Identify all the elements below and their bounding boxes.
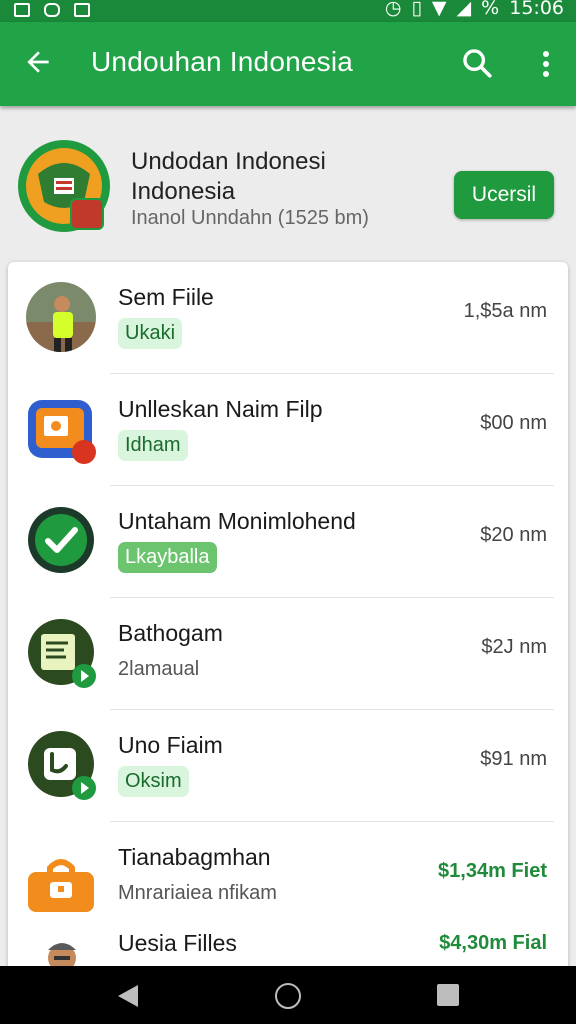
item-name: Bathogam xyxy=(118,620,223,646)
list-item[interactable]: Sem Fiile Ukaki 1,$5a nm xyxy=(8,262,568,374)
status-bar: ◷ ▯ ▼ ◢ % 15:06 xyxy=(0,0,576,22)
item-size: $4,30m Fial xyxy=(439,932,547,954)
logo-badge xyxy=(70,198,104,230)
notification-icon xyxy=(14,3,30,17)
nav-back-icon[interactable] xyxy=(118,985,138,1007)
wifi-icon: ▼ xyxy=(431,0,447,19)
search-icon[interactable] xyxy=(460,46,494,80)
phone-app-icon xyxy=(28,731,96,800)
list-item[interactable]: Bathogam 2lamaual $2J nm xyxy=(8,598,568,710)
status-right-icons: ◷ ▯ ▼ ◢ % 15:06 xyxy=(385,0,564,19)
item-tag: Ukaki xyxy=(118,318,183,349)
item-name: Tianabagmhan xyxy=(118,844,271,870)
item-tag: 2lamaual xyxy=(118,658,200,680)
item-tag: Mnrariaiea nfikam xyxy=(118,882,277,904)
header-title: Undodan Indonesi Indonesia xyxy=(131,148,326,205)
more-vert-icon[interactable] xyxy=(534,48,558,80)
item-size: $91 nm xyxy=(480,748,547,770)
app-icon xyxy=(26,730,96,802)
lock-icon xyxy=(28,859,94,912)
document-edit-icon xyxy=(28,619,96,688)
item-size: $00 nm xyxy=(480,412,547,434)
header-subtitle: Inanol Unndahn (1525 bm) xyxy=(131,207,369,229)
nav-recents-icon[interactable] xyxy=(437,984,459,1006)
item-tag: Lkayballa xyxy=(118,542,217,573)
clock: 15:06 xyxy=(509,0,564,19)
header-action-button[interactable]: Ucersil xyxy=(454,171,554,219)
item-tag: Oksim xyxy=(118,766,189,797)
battery-icon: % xyxy=(481,0,500,19)
item-size: $1,34m Fiet xyxy=(438,860,547,882)
item-name: Uno Fiaim xyxy=(118,732,223,758)
item-size: 1,$5a nm xyxy=(463,300,547,322)
file-list: Sem Fiile Ukaki 1,$5a nm Unlleskan Naim … xyxy=(8,262,568,972)
person-photo-icon xyxy=(26,296,96,352)
check-icon xyxy=(28,507,94,573)
calendar-app-icon xyxy=(28,400,96,464)
app-icon xyxy=(26,394,96,466)
app-title: Undouhan Indonesia xyxy=(91,46,354,77)
nav-home-icon[interactable] xyxy=(275,983,301,1009)
item-name: Uesia Filles xyxy=(118,930,237,956)
item-name: Untaham Monimlohend xyxy=(118,508,356,534)
list-item[interactable]: Untaham Monimlohend Lkayballa $20 nm xyxy=(8,486,568,598)
list-item[interactable]: Uno Fiaim Oksim $91 nm xyxy=(8,710,568,822)
notification-icon xyxy=(44,3,60,17)
app-icon xyxy=(26,842,96,914)
item-size: $2J nm xyxy=(481,636,547,658)
list-item[interactable]: Unlleskan Naim Filp Idham $00 nm xyxy=(8,374,568,486)
app-bar: Undouhan Indonesia xyxy=(0,22,576,106)
vibrate-icon: ▯ xyxy=(411,0,422,19)
signal-icon: ◢ xyxy=(456,0,472,19)
app-logo xyxy=(18,140,110,232)
avatar xyxy=(26,282,96,354)
notification-icon xyxy=(74,3,90,17)
list-item[interactable]: Uesia Filles $4,30m Fial xyxy=(8,918,568,972)
item-name: Sem Fiile xyxy=(118,284,214,310)
status-left-icons xyxy=(14,0,90,20)
item-name: Unlleskan Naim Filp xyxy=(118,396,323,422)
system-nav-bar xyxy=(0,966,576,1024)
alarm-icon: ◷ xyxy=(384,0,402,19)
item-tag: Idham xyxy=(118,430,188,461)
item-size: $20 nm xyxy=(480,524,547,546)
app-icon xyxy=(26,618,96,690)
app-icon xyxy=(26,506,96,578)
arrow-back-icon[interactable] xyxy=(22,46,54,78)
